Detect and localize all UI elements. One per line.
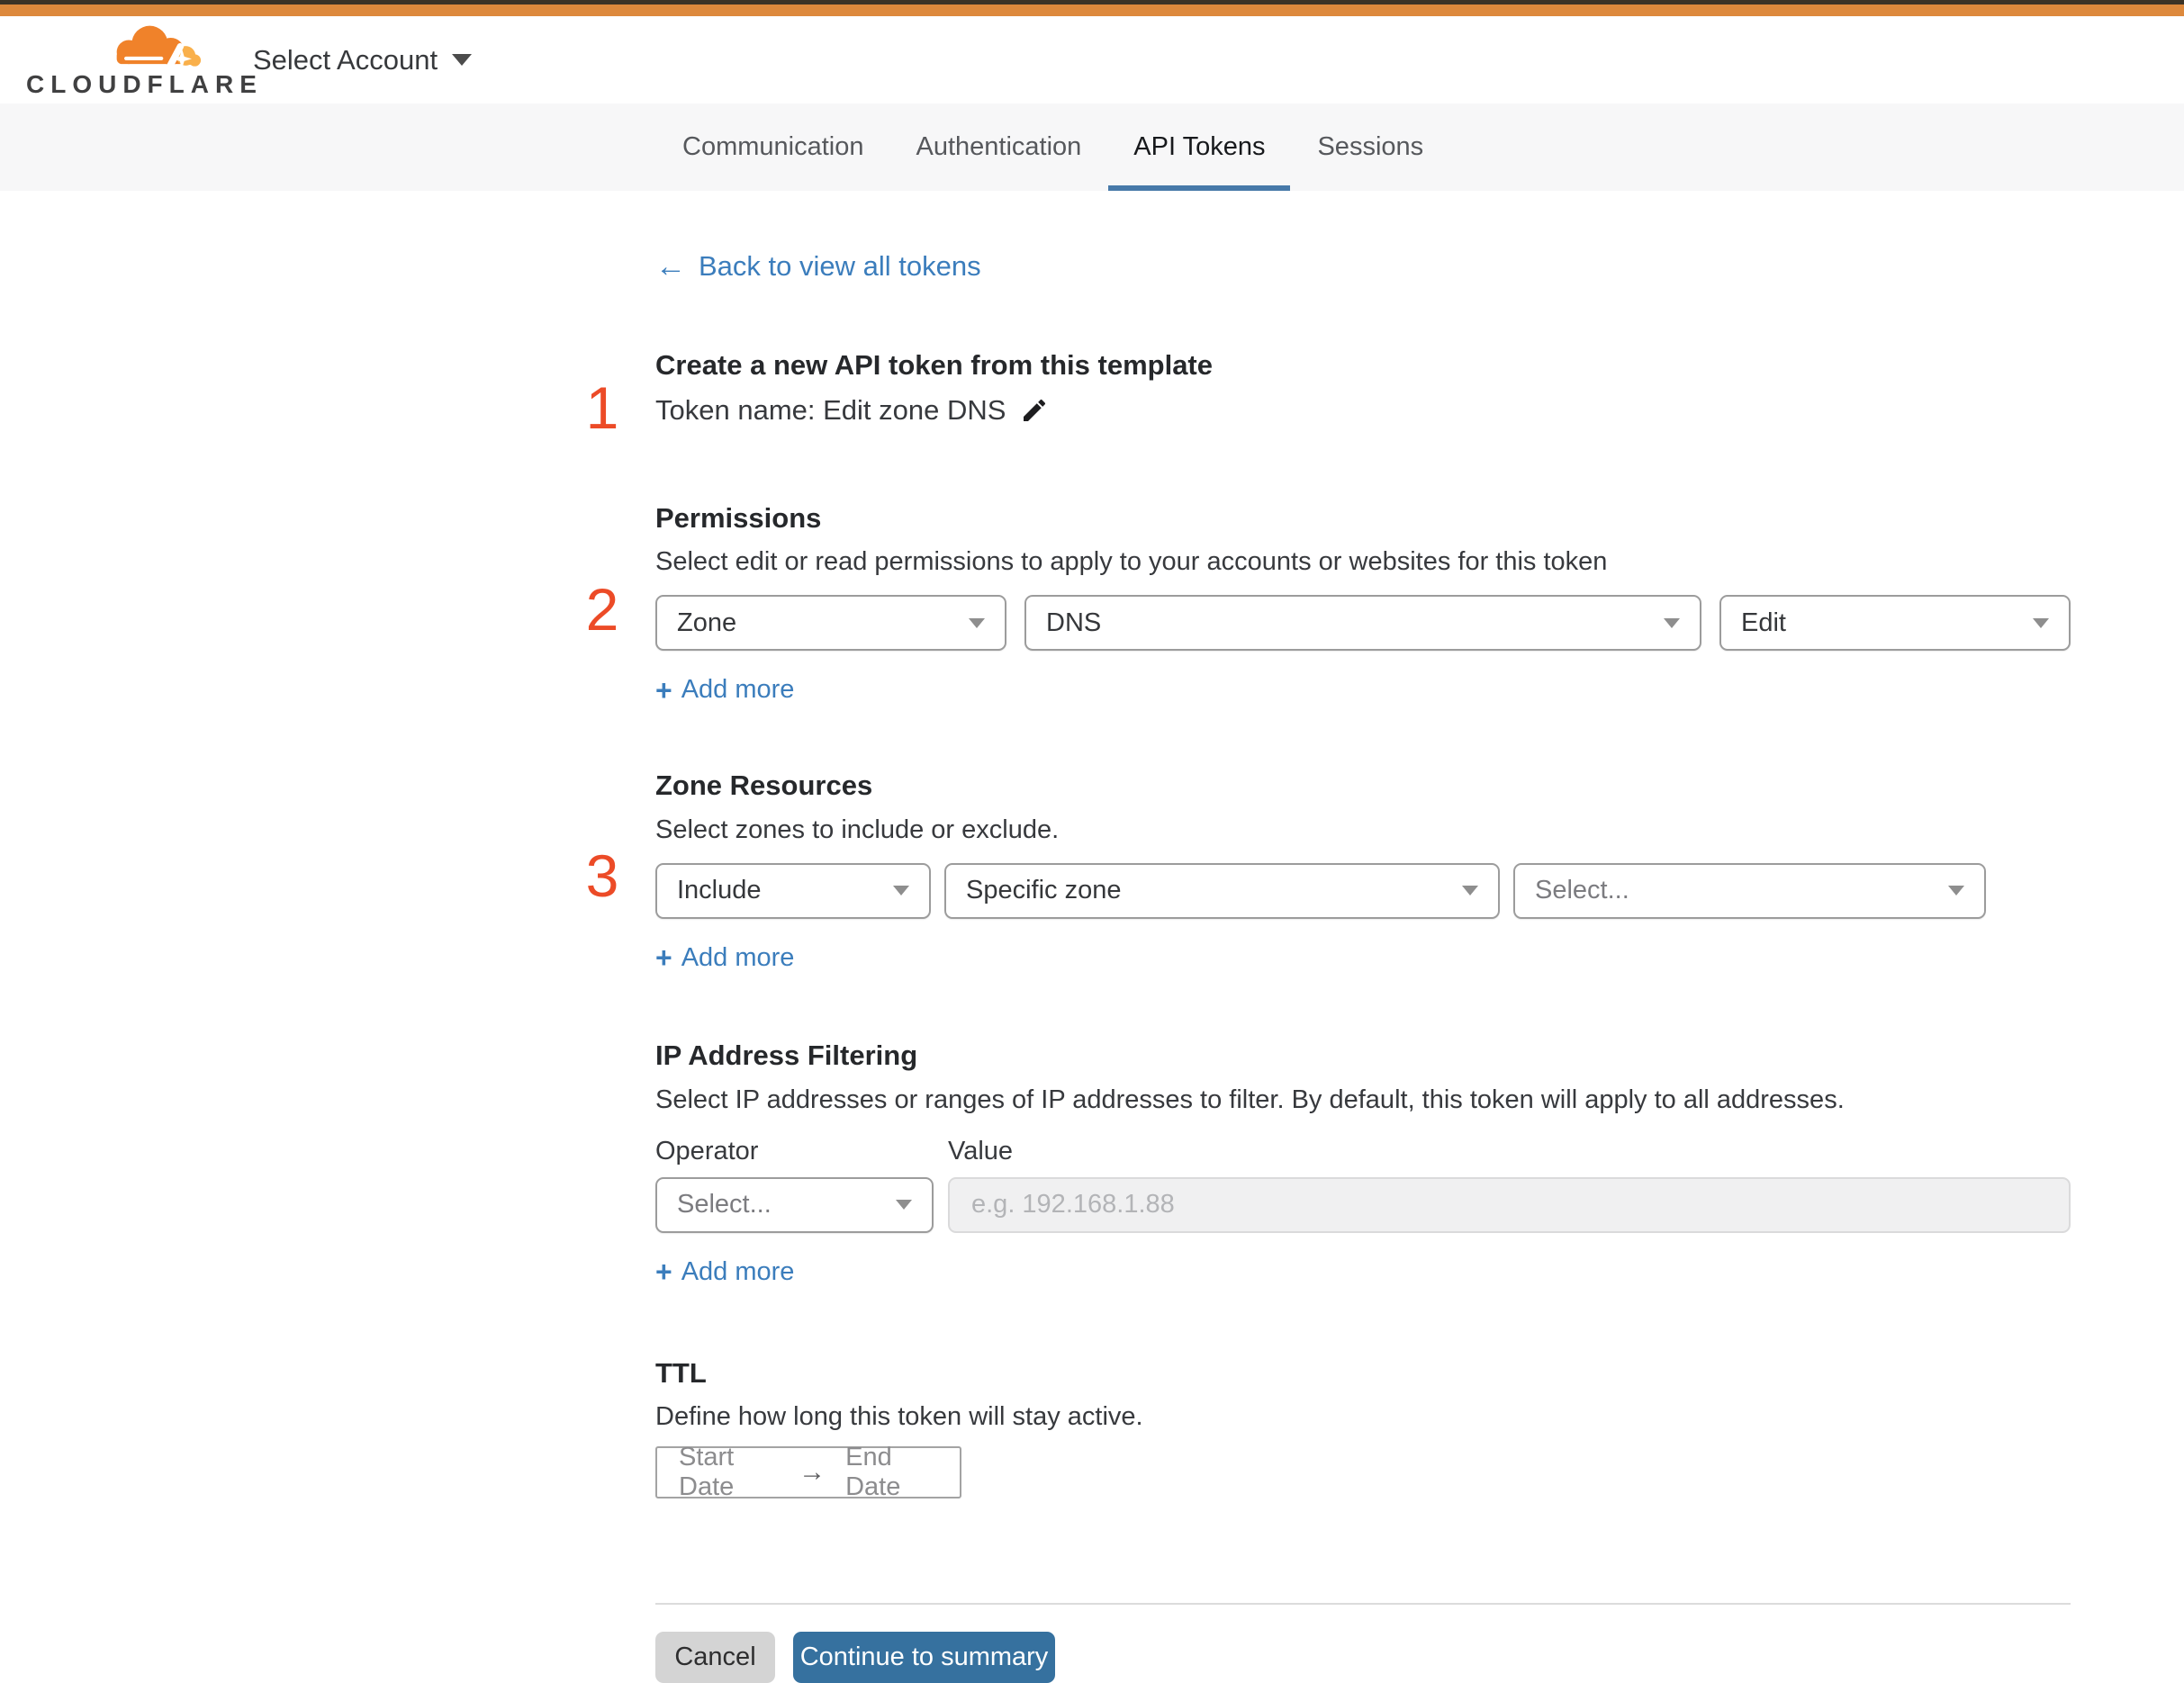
tab-communication[interactable]: Communication [657,104,889,191]
zone-type-dropdown[interactable]: Specific zone [944,862,1500,919]
zone-include-dropdown[interactable]: Include [655,862,931,919]
ttl-title: TTL [655,1356,707,1389]
ip-filtering-add-more-link[interactable]: + Add more [655,1257,794,1287]
permission-scope-dropdown[interactable]: Zone [655,595,1006,652]
back-arrow-icon: ← [655,249,686,284]
start-date-placeholder: Start Date [679,1443,735,1502]
ip-filtering-title: IP Address Filtering [655,1039,918,1071]
token-name-text: Token name: Edit zone DNS [655,393,1006,426]
cloudflare-cloud-icon [116,25,201,70]
tab-authentication[interactable]: Authentication [890,104,1106,191]
plus-icon: + [655,941,672,975]
plus-icon: + [655,1256,672,1289]
section-permissions: 2 Permissions Select edit or read permis… [586,501,2071,706]
account-selector[interactable]: Select Account [253,43,473,76]
edit-pencil-icon[interactable] [1020,396,1049,425]
permissions-title: Permissions [655,501,822,534]
value-label: Value [948,1136,1014,1166]
permission-group-dropdown[interactable]: DNS [1024,595,1701,652]
section-zone-resources: 3 Zone Resources Select zones to include… [586,770,2071,973]
ttl-subtitle: Define how long this token will stay act… [655,1402,1143,1432]
section-ip-filtering: IP Address Filtering Select IP addresses… [655,1040,2071,1287]
ip-value-input[interactable] [948,1176,2071,1233]
zone-resources-add-more-link[interactable]: + Add more [655,943,794,973]
form-actions: Cancel Continue to summary [655,1632,2071,1683]
chevron-down-icon [896,1200,912,1210]
step-number-1: 1 [585,374,619,441]
tab-api-tokens[interactable]: API Tokens [1108,104,1291,191]
section-token-name: 1 Create a new API token from this templ… [586,349,2071,437]
ip-filtering-subtitle: Select IP addresses or ranges of IP addr… [655,1084,1845,1114]
zone-select-dropdown[interactable]: Select... [1513,862,1986,919]
ip-operator-dropdown[interactable]: Select... [655,1176,934,1233]
token-template-form: ← Back to view all tokens 1 Create a new… [586,191,2071,1683]
step-number-3: 3 [585,842,619,910]
footer-divider [655,1603,2071,1606]
plus-icon: + [655,673,672,706]
permissions-add-more-link[interactable]: + Add more [655,675,794,705]
account-selector-label: Select Account [253,43,438,76]
top-accent-bar [0,4,2184,16]
cloudflare-wordmark: CLOUDFLARE [26,69,263,98]
back-link-label: Back to view all tokens [699,250,981,282]
end-date-placeholder: End Date [845,1443,901,1502]
zone-resources-title: Zone Resources [655,770,873,802]
chevron-down-icon [969,617,985,628]
cancel-button[interactable]: Cancel [655,1632,775,1683]
chevron-down-icon [1664,617,1680,628]
chevron-down-icon [452,54,473,66]
app-header: CLOUDFLARE Select Account [0,16,2184,104]
tab-sessions[interactable]: Sessions [1292,104,1448,191]
zone-resources-subtitle: Select zones to include or exclude. [655,814,1060,844]
chevron-down-icon [2033,617,2049,628]
operator-label: Operator [655,1136,759,1166]
arrow-right-icon: → [799,1457,826,1488]
permission-level-dropdown[interactable]: Edit [1719,595,2071,652]
step-number-2: 2 [585,575,619,643]
chevron-down-icon [1462,886,1478,896]
profile-tabbar: Communication Authentication API Tokens … [0,104,2184,191]
continue-to-summary-button[interactable]: Continue to summary [793,1632,1055,1683]
token-section-title: Create a new API token from this templat… [655,349,1214,381]
back-to-tokens-link[interactable]: ← Back to view all tokens [655,250,981,283]
section-ttl: TTL Define how long this token will stay… [655,1356,2071,1501]
chevron-down-icon [893,886,909,896]
permissions-subtitle: Select edit or read permissions to apply… [655,547,1608,577]
chevron-down-icon [1948,886,1964,896]
cloudflare-logo[interactable]: CLOUDFLARE [26,23,263,98]
ttl-date-range-picker[interactable]: Start Date → End Date [655,1443,961,1501]
